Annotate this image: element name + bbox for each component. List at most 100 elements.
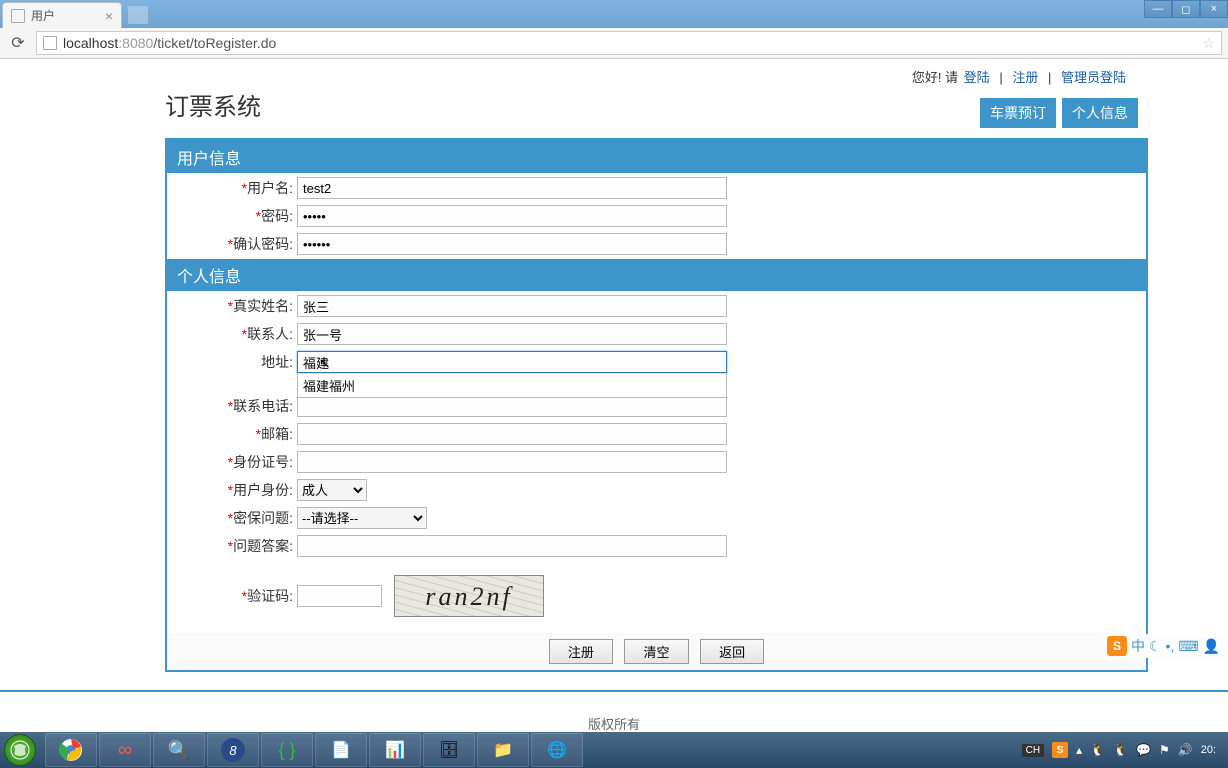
username-input[interactable]: [297, 177, 727, 199]
captcha-input[interactable]: [297, 585, 382, 607]
browser-tab[interactable]: 用户 ×: [2, 2, 122, 28]
idcard-input[interactable]: [297, 451, 727, 473]
admin-login-link[interactable]: 管理员登陆: [1061, 70, 1126, 85]
label-phone: *联系电话:: [167, 396, 297, 416]
row-usertype: *用户身份: 成人: [167, 477, 1146, 503]
ime-keyboard-icon[interactable]: ⌨: [1178, 638, 1198, 655]
close-icon[interactable]: ×: [105, 8, 113, 24]
label-realname: *真实姓名:: [167, 296, 297, 316]
nav-tabs: 车票预订 个人信息: [912, 98, 1138, 128]
taskbar-search[interactable]: 🔍: [153, 733, 205, 767]
ime-comma-icon[interactable]: •,: [1166, 638, 1175, 654]
browser-chrome: 用户 × — ◻ × ⟳ localhost:8080/ticket/toReg…: [0, 0, 1228, 59]
taskbar-explorer[interactable]: 📁: [477, 733, 529, 767]
taskbar-app-1[interactable]: ∞: [99, 733, 151, 767]
row-confirm-password: *确认密码:: [167, 231, 1146, 257]
row-contact: *联系人:: [167, 321, 1146, 347]
address-suggestion[interactable]: 福建福州: [297, 374, 727, 398]
tray-qq2-icon[interactable]: 🐧: [1113, 743, 1128, 757]
suggestion-item[interactable]: 福建福州: [303, 379, 355, 394]
page-header: 订票系统 您好! 请 登陆 | 注册 | 管理员登陆 车票预订 个人信息: [0, 59, 1228, 128]
usertype-select[interactable]: 成人: [297, 479, 367, 501]
taskbar-app-4[interactable]: 📄: [315, 733, 367, 767]
login-link[interactable]: 登陆: [964, 70, 990, 85]
phone-input[interactable]: [297, 395, 727, 417]
row-realname: *真实姓名:: [167, 293, 1146, 319]
realname-input[interactable]: [297, 295, 727, 317]
label-email: *邮箱:: [167, 424, 297, 444]
nav-booking[interactable]: 车票预订: [980, 98, 1056, 128]
bookmark-icon[interactable]: ☆: [1202, 35, 1215, 52]
page-icon: [43, 36, 57, 50]
registration-form: 用户信息 *用户名: *密码: *确认密码: 个人信息 *真实姓名: *联系人:…: [165, 138, 1148, 672]
label-address: 地址:: [167, 352, 297, 372]
row-email: *邮箱:: [167, 421, 1146, 447]
ime-logo-icon[interactable]: S: [1107, 636, 1127, 656]
taskbar-app-5[interactable]: 📊: [369, 733, 421, 767]
tray-flag-icon[interactable]: ⚑: [1159, 743, 1170, 757]
password-input[interactable]: [297, 205, 727, 227]
taskbar-db[interactable]: 🗄: [423, 733, 475, 767]
confirm-password-input[interactable]: [297, 233, 727, 255]
securityq-select[interactable]: --请选择--: [297, 507, 427, 529]
tab-title: 用户: [31, 7, 55, 24]
email-input[interactable]: [297, 423, 727, 445]
button-row: 注册 清空 返回: [167, 633, 1146, 670]
register-link[interactable]: 注册: [1012, 70, 1038, 85]
close-window-button[interactable]: ×: [1200, 0, 1228, 18]
site-title: 订票系统: [165, 87, 261, 122]
row-securitya: *问题答案:: [167, 533, 1146, 559]
maximize-button[interactable]: ◻: [1172, 0, 1200, 18]
label-contact: *联系人:: [167, 324, 297, 344]
row-password: *密码:: [167, 203, 1146, 229]
taskbar-chrome[interactable]: [45, 733, 97, 767]
tray-chat-icon[interactable]: 💬: [1136, 743, 1151, 757]
captcha-image[interactable]: ran2nf: [394, 575, 544, 617]
tray-volume-icon[interactable]: 🔊: [1178, 743, 1193, 757]
label-username: *用户名:: [167, 178, 297, 198]
taskbar-app-2[interactable]: 8: [207, 733, 259, 767]
separator: |: [999, 70, 1002, 85]
taskbar: ∞ 🔍 8 { } 📄 📊 🗄 📁 🌐 CH S ▴ 🐧 🐧 💬 ⚑ 🔊 20:: [0, 732, 1228, 768]
separator: |: [1048, 70, 1051, 85]
ime-moon-icon[interactable]: ☾: [1149, 638, 1162, 655]
label-captcha: *验证码:: [167, 586, 297, 606]
tray-lang-icon[interactable]: CH: [1022, 744, 1044, 757]
greeting: 您好! 请 登陆 | 注册 | 管理员登陆: [912, 67, 1138, 86]
contact-input[interactable]: [297, 323, 727, 345]
url-input[interactable]: localhost:8080/ticket/toRegister.do ☆: [36, 31, 1222, 55]
section-personal-info: 个人信息: [167, 259, 1146, 291]
row-address: 地址: ↖: [167, 349, 1146, 375]
back-button[interactable]: 返回: [700, 639, 764, 664]
address-bar: ⟳ localhost:8080/ticket/toRegister.do ☆: [0, 28, 1228, 58]
start-button[interactable]: [4, 734, 36, 766]
system-tray: CH S ▴ 🐧 🐧 💬 ⚑ 🔊 20:: [1022, 742, 1226, 758]
label-securitya: *问题答案:: [167, 536, 297, 556]
label-confirm-password: *确认密码:: [167, 234, 297, 254]
address-input[interactable]: [297, 351, 727, 373]
nav-profile[interactable]: 个人信息: [1062, 98, 1138, 128]
tray-qq-icon[interactable]: 🐧: [1090, 743, 1105, 757]
row-securityq: *密保问题: --请选择--: [167, 505, 1146, 531]
label-securityq: *密保问题:: [167, 508, 297, 528]
securitya-input[interactable]: [297, 535, 727, 557]
label-password: *密码:: [167, 206, 297, 226]
taskbar-app-3[interactable]: { }: [261, 733, 313, 767]
label-usertype: *用户身份:: [167, 480, 297, 500]
tray-up-icon[interactable]: ▴: [1076, 743, 1082, 757]
reload-button[interactable]: ⟳: [6, 31, 30, 55]
minimize-button[interactable]: —: [1144, 0, 1172, 18]
ime-toolbar[interactable]: S 中 ☾ •, ⌨ 👤: [1103, 634, 1224, 658]
row-username: *用户名:: [167, 175, 1146, 201]
ime-user-icon[interactable]: 👤: [1203, 638, 1220, 655]
taskbar-app-6[interactable]: 🌐: [531, 733, 583, 767]
tray-ime-icon[interactable]: S: [1052, 742, 1068, 758]
new-tab-button[interactable]: [128, 6, 148, 24]
url-path: /ticket/toRegister.do: [153, 35, 276, 51]
row-idcard: *身份证号:: [167, 449, 1146, 475]
ime-mode-icon[interactable]: 中: [1131, 636, 1145, 656]
register-button[interactable]: 注册: [549, 639, 613, 664]
header-right: 您好! 请 登陆 | 注册 | 管理员登陆 车票预订 个人信息: [912, 67, 1138, 128]
clear-button[interactable]: 清空: [624, 639, 688, 664]
tray-time[interactable]: 20:: [1201, 744, 1216, 756]
